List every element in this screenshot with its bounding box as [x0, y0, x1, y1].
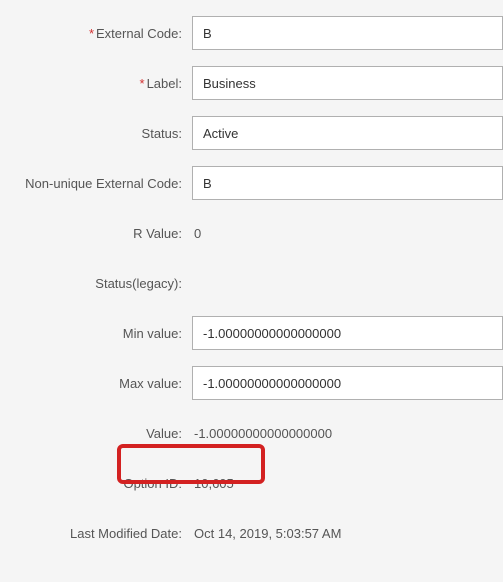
label-r-value: R Value: [0, 226, 192, 241]
label-value: Value: [0, 426, 192, 441]
input-label[interactable] [192, 66, 503, 100]
row-label: *Label: [0, 66, 503, 100]
row-non-unique-external-code: Non-unique External Code: [0, 166, 503, 200]
row-status: Status: [0, 116, 503, 150]
row-max-value: Max value: [0, 366, 503, 400]
label-non-unique-external-code: Non-unique External Code: [0, 176, 192, 191]
input-max-value[interactable] [192, 366, 503, 400]
input-non-unique-external-code[interactable] [192, 166, 503, 200]
row-option-id: Option ID: 10,605 [0, 466, 503, 500]
row-last-modified-date: Last Modified Date: Oct 14, 2019, 5:03:5… [0, 516, 503, 550]
label-label: *Label: [0, 76, 192, 91]
label-external-code: *External Code: [0, 26, 192, 41]
label-last-modified-date: Last Modified Date: [0, 526, 192, 541]
label-status-legacy: Status(legacy): [0, 276, 192, 291]
value-last-modified-date: Oct 14, 2019, 5:03:57 AM [192, 526, 341, 541]
label-min-value: Min value: [0, 326, 192, 341]
input-status[interactable] [192, 116, 503, 150]
label-option-id: Option ID: [0, 476, 192, 491]
row-status-legacy: Status(legacy): [0, 266, 503, 300]
input-min-value[interactable] [192, 316, 503, 350]
row-r-value: R Value: 0 [0, 216, 503, 250]
form-container: *External Code: *Label: Status: [0, 0, 503, 582]
value-value: -1.00000000000000000 [192, 426, 332, 441]
value-r-value: 0 [192, 226, 201, 241]
input-external-code[interactable] [192, 16, 503, 50]
row-external-code: *External Code: [0, 16, 503, 50]
value-option-id: 10,605 [192, 476, 234, 491]
row-min-value: Min value: [0, 316, 503, 350]
row-value: Value: -1.00000000000000000 [0, 416, 503, 450]
label-status: Status: [0, 126, 192, 141]
label-max-value: Max value: [0, 376, 192, 391]
required-indicator: * [140, 76, 145, 91]
required-indicator: * [89, 26, 94, 41]
